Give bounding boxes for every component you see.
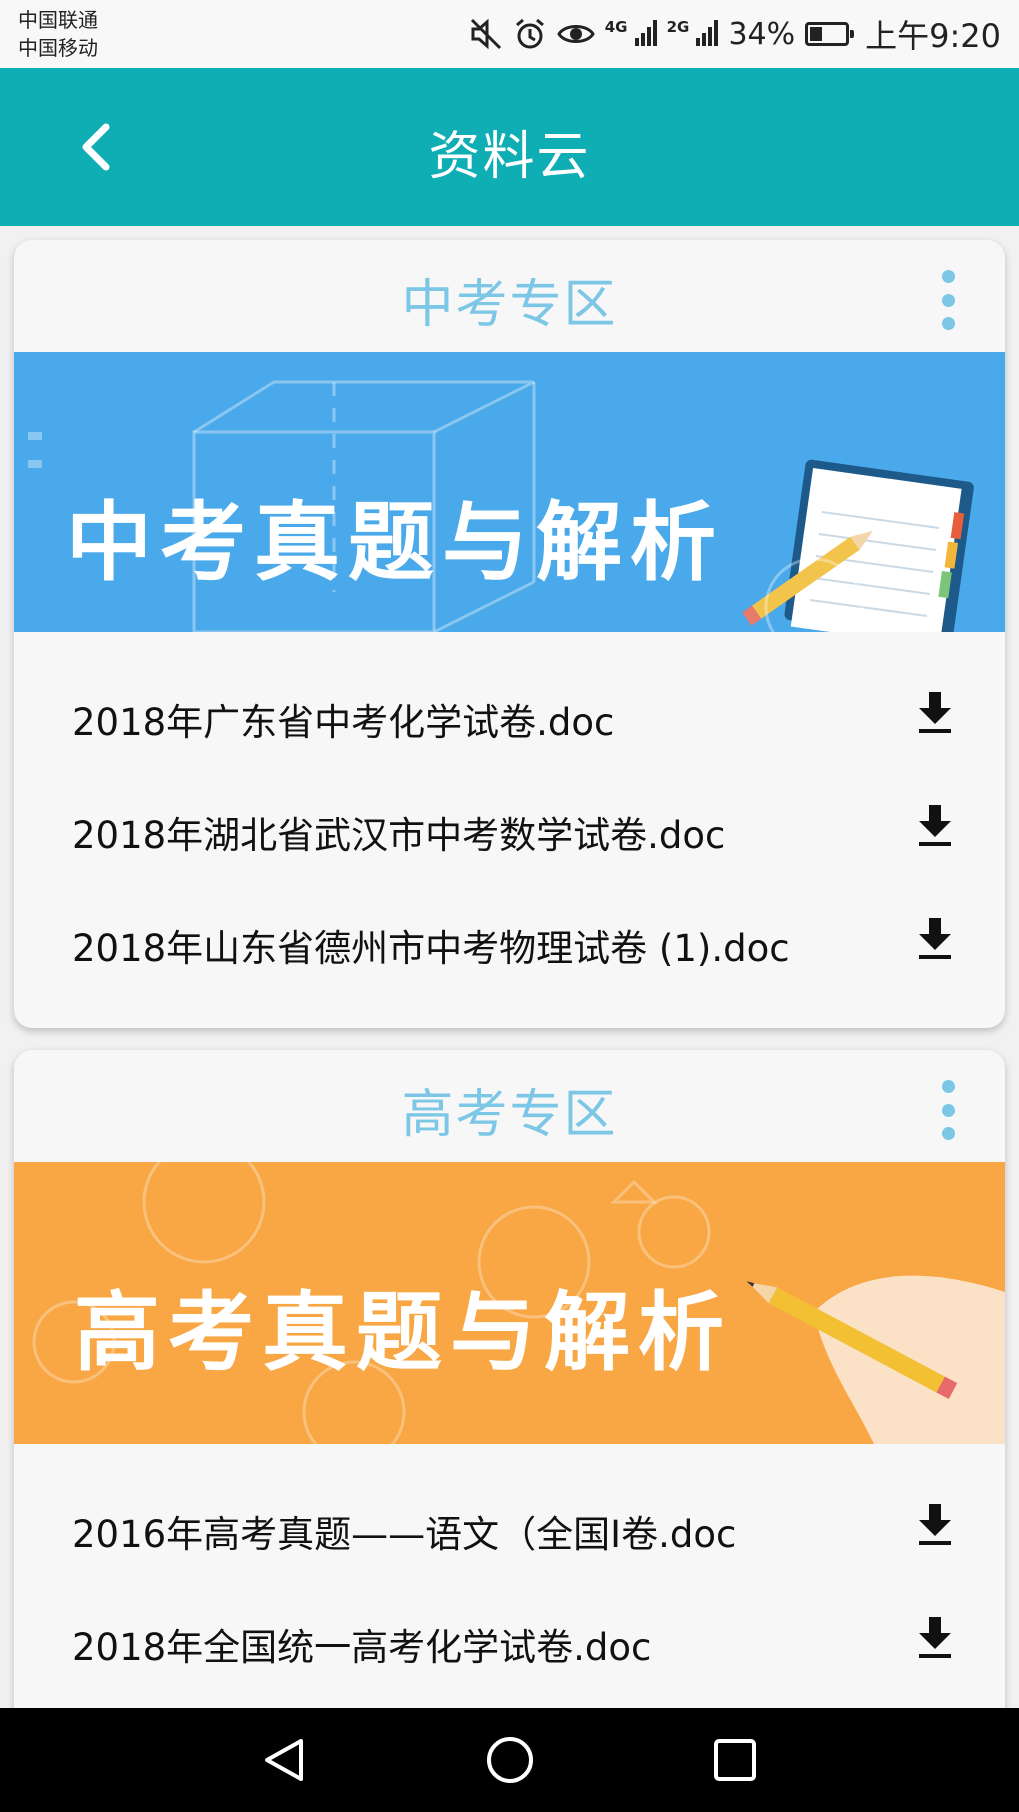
page-title: 资料云 [428,127,591,187]
file-name: 2016年高考真题——语文（全国I卷.doc [72,1513,737,1556]
download-icon[interactable] [915,1502,955,1548]
mute-icon [470,18,501,50]
file-row[interactable]: 2018年山东省德州市中考物理试卷 (1).doc [14,886,1005,999]
network-type-1: 4G [604,18,628,36]
app-bar: 资料云 [0,68,1019,226]
download-icon[interactable] [915,916,955,962]
battery-percent: 34% [728,16,796,52]
nav-back-button[interactable] [254,1732,314,1788]
signal-1: 4G [605,18,657,50]
section-banner[interactable]: 高考真题与解析 [14,1162,1005,1444]
section-header: 中考专区 [14,240,1005,352]
nav-home-button[interactable] [480,1732,540,1788]
file-list: 2016年高考真题——语文（全国I卷.doc 2018年全国统一高考化学试卷.d… [14,1444,1005,1698]
file-name: 2018年广东省中考化学试卷.doc [72,701,615,744]
file-name: 2018年山东省德州市中考物理试卷 (1).doc [72,927,790,970]
clock: 上午9:20 [865,17,1001,55]
file-row[interactable]: 2018年广东省中考化学试卷.doc [14,660,1005,773]
nav-home-icon [487,1737,533,1783]
carrier-2: 中国移动 [18,36,98,60]
file-row[interactable]: 2016年高考真题——语文（全国I卷.doc [14,1472,1005,1585]
section-title: 中考专区 [401,275,618,335]
signal-2: 2G [667,18,719,50]
file-name: 2018年湖北省武汉市中考数学试卷.doc [72,814,726,857]
signal-bars-1-icon [634,18,657,46]
more-options-button[interactable] [935,270,961,330]
download-icon[interactable] [915,1615,955,1661]
file-row[interactable]: 2018年全国统一高考化学试卷.doc [14,1585,1005,1698]
nav-recents-button[interactable] [705,1732,765,1788]
file-row[interactable]: 2018年湖北省武汉市中考数学试卷.doc [14,773,1005,886]
alarm-icon [515,18,544,49]
battery-icon [805,22,855,46]
network-type-2: 2G [666,18,690,36]
section-title: 高考专区 [401,1085,618,1145]
carrier-1: 中国联通 [18,8,98,32]
carrier-names: 中国联通 中国移动 [18,6,98,62]
file-list: 2018年广东省中考化学试卷.doc 2018年湖北省武汉市中考数学试卷.doc… [14,632,1005,999]
section-header: 高考专区 [14,1050,1005,1162]
nav-recents-icon [714,1739,756,1781]
section-card-zhongkao: 中考专区 中考真题与解析 2018年广东省中考化学试卷.doc 2018年湖北省… [14,240,1005,1028]
status-icons: 4G 2G 34% 上午9:20 [469,12,1001,56]
system-nav-bar [0,1708,1019,1812]
download-icon[interactable] [915,803,955,849]
file-name: 2018年全国统一高考化学试卷.doc [72,1626,652,1669]
download-icon[interactable] [915,690,955,736]
status-bar: 中国联通 中国移动 4G 2G 34% 上午9:20 [0,0,1019,68]
section-banner[interactable]: 中考真题与解析 [14,352,1005,632]
section-card-gaokao: 高考专区 高考真题与解析 2016年高考真题——语文（全国I卷.doc 2018… [14,1050,1005,1770]
signal-bars-2-icon [696,18,719,46]
eye-comfort-icon [556,25,595,43]
nav-back-icon [265,1739,303,1781]
more-options-button[interactable] [935,1080,961,1140]
banner-text: 中考真题与解析 [66,493,724,593]
banner-text: 高考真题与解析 [74,1283,732,1383]
